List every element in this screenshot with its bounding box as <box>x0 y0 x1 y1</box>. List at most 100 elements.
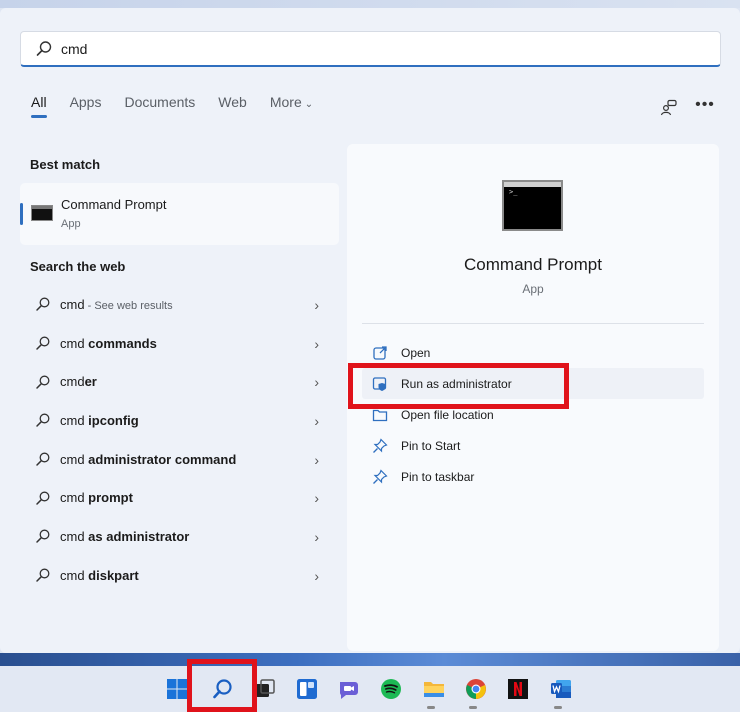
highlight-box-taskbar-search <box>187 659 257 712</box>
search-box[interactable] <box>20 31 721 67</box>
chrome-icon[interactable] <box>465 678 487 700</box>
pin-to-taskbar-action[interactable]: Pin to taskbar <box>362 461 704 492</box>
search-icon <box>36 568 50 582</box>
running-indicator <box>554 706 562 709</box>
web-result-label: cmder <box>60 374 97 389</box>
top-right-toolbar: ••• <box>659 96 731 118</box>
query-text: cmd <box>60 412 89 428</box>
windows-start-icon[interactable] <box>166 678 188 700</box>
chevron-right-icon: › <box>314 374 319 391</box>
share-accounts-icon[interactable] <box>659 98 679 118</box>
query-text: cmd <box>60 374 85 390</box>
search-input[interactable] <box>61 40 661 57</box>
search-icon <box>36 452 50 466</box>
web-result-item[interactable]: cmd ipconfig › <box>20 401 339 440</box>
more-options-icon[interactable]: ••• <box>695 96 715 118</box>
web-result-label: cmd administrator command <box>60 452 236 467</box>
preview-title: Command Prompt <box>464 255 602 274</box>
web-result-item[interactable]: cmd - See web results › <box>20 285 339 324</box>
open-icon <box>373 345 387 360</box>
web-result-label: cmd commands <box>60 336 157 351</box>
web-result-item[interactable]: cmd administrator command › <box>20 440 339 479</box>
best-match-heading: Best match <box>30 157 101 172</box>
action-label: Open <box>401 345 431 360</box>
desktop-wallpaper <box>0 0 740 8</box>
web-result-item[interactable]: cmd diskpart › <box>20 556 339 595</box>
tab-all[interactable]: All <box>31 94 47 122</box>
best-match-title: Command Prompt <box>61 197 167 212</box>
tab-more[interactable]: More ⌄ <box>270 94 313 122</box>
web-results-list: cmd - See web results › cmd commands › cmder… <box>20 285 339 595</box>
widgets-icon[interactable] <box>296 678 318 700</box>
suggestion-text: er <box>84 374 97 390</box>
chevron-right-icon: › <box>314 567 319 584</box>
selection-indicator <box>20 203 23 225</box>
filter-tabs: All Apps Documents Web More ⌄ <box>31 94 336 126</box>
chevron-right-icon: › <box>314 297 319 313</box>
query-text: cmd <box>60 490 89 506</box>
tab-web[interactable]: Web <box>218 94 247 122</box>
best-match-item[interactable]: Command Prompt App <box>20 183 339 245</box>
web-result-item[interactable]: cmder › <box>20 362 339 401</box>
chevron-right-icon: › <box>314 335 319 352</box>
chevron-right-icon: › <box>314 490 319 507</box>
running-indicator <box>469 706 477 709</box>
search-icon <box>36 375 50 389</box>
tab-label: All <box>31 94 47 110</box>
see-web-results-text: - See web results <box>84 299 173 312</box>
tab-apps[interactable]: Apps <box>70 94 102 122</box>
word-icon[interactable] <box>550 678 572 700</box>
best-match-type: App <box>61 218 81 230</box>
chevron-right-icon: › <box>314 413 319 430</box>
search-web-heading: Search the web <box>30 259 126 274</box>
highlight-box-run-as-admin <box>348 363 569 409</box>
web-result-label: cmd prompt <box>60 490 133 505</box>
search-icon <box>36 413 50 428</box>
action-label: Pin to taskbar <box>401 469 475 484</box>
tab-label: More <box>269 94 302 110</box>
suggestion-text: prompt <box>88 490 133 506</box>
web-result-label: cmd diskpart <box>60 568 139 583</box>
tab-label: Web <box>218 94 247 110</box>
chevron-right-icon: › <box>314 529 319 546</box>
desktop-wallpaper-strip <box>0 653 740 666</box>
search-icon <box>36 530 50 544</box>
query-text: cmd <box>60 335 89 351</box>
pin-to-start-action[interactable]: Pin to Start <box>362 430 704 461</box>
web-result-item[interactable]: cmd commands › <box>20 324 339 363</box>
suggestion-text: commands <box>88 335 157 351</box>
preview-subtitle: App <box>522 282 544 296</box>
running-indicator <box>427 706 435 709</box>
query-text: cmd <box>60 528 89 544</box>
teams-chat-icon[interactable] <box>338 678 360 700</box>
command-prompt-icon <box>31 205 53 221</box>
tab-label: Apps <box>69 94 102 110</box>
command-prompt-large-icon <box>502 180 563 231</box>
web-result-item[interactable]: cmd as administrator › <box>20 517 339 556</box>
suggestion-text: diskpart <box>88 567 139 583</box>
search-icon <box>36 40 52 56</box>
search-icon <box>36 297 50 312</box>
suggestion-text: administrator command <box>88 451 237 467</box>
query-text: cmd <box>60 296 85 312</box>
suggestion-text: as administrator <box>88 528 190 544</box>
query-text: cmd <box>60 451 89 467</box>
pin-icon <box>373 437 388 453</box>
web-result-item[interactable]: cmd prompt › <box>20 478 339 517</box>
file-explorer-icon[interactable] <box>423 678 445 700</box>
search-icon <box>36 491 50 505</box>
action-label: Open file location <box>401 407 494 422</box>
spotify-icon[interactable] <box>380 678 402 700</box>
action-label: Pin to Start <box>401 438 461 453</box>
task-view-icon[interactable] <box>254 678 276 700</box>
web-result-label: cmd ipconfig <box>60 413 139 428</box>
query-text: cmd <box>60 567 89 583</box>
search-icon <box>36 336 50 350</box>
suggestion-text: ipconfig <box>88 412 139 428</box>
divider <box>362 323 704 324</box>
taskbar <box>0 666 740 712</box>
netflix-icon[interactable] <box>507 678 529 700</box>
web-result-label: cmd - See web results <box>60 297 173 312</box>
pin-icon <box>373 468 388 484</box>
tab-documents[interactable]: Documents <box>124 94 195 122</box>
